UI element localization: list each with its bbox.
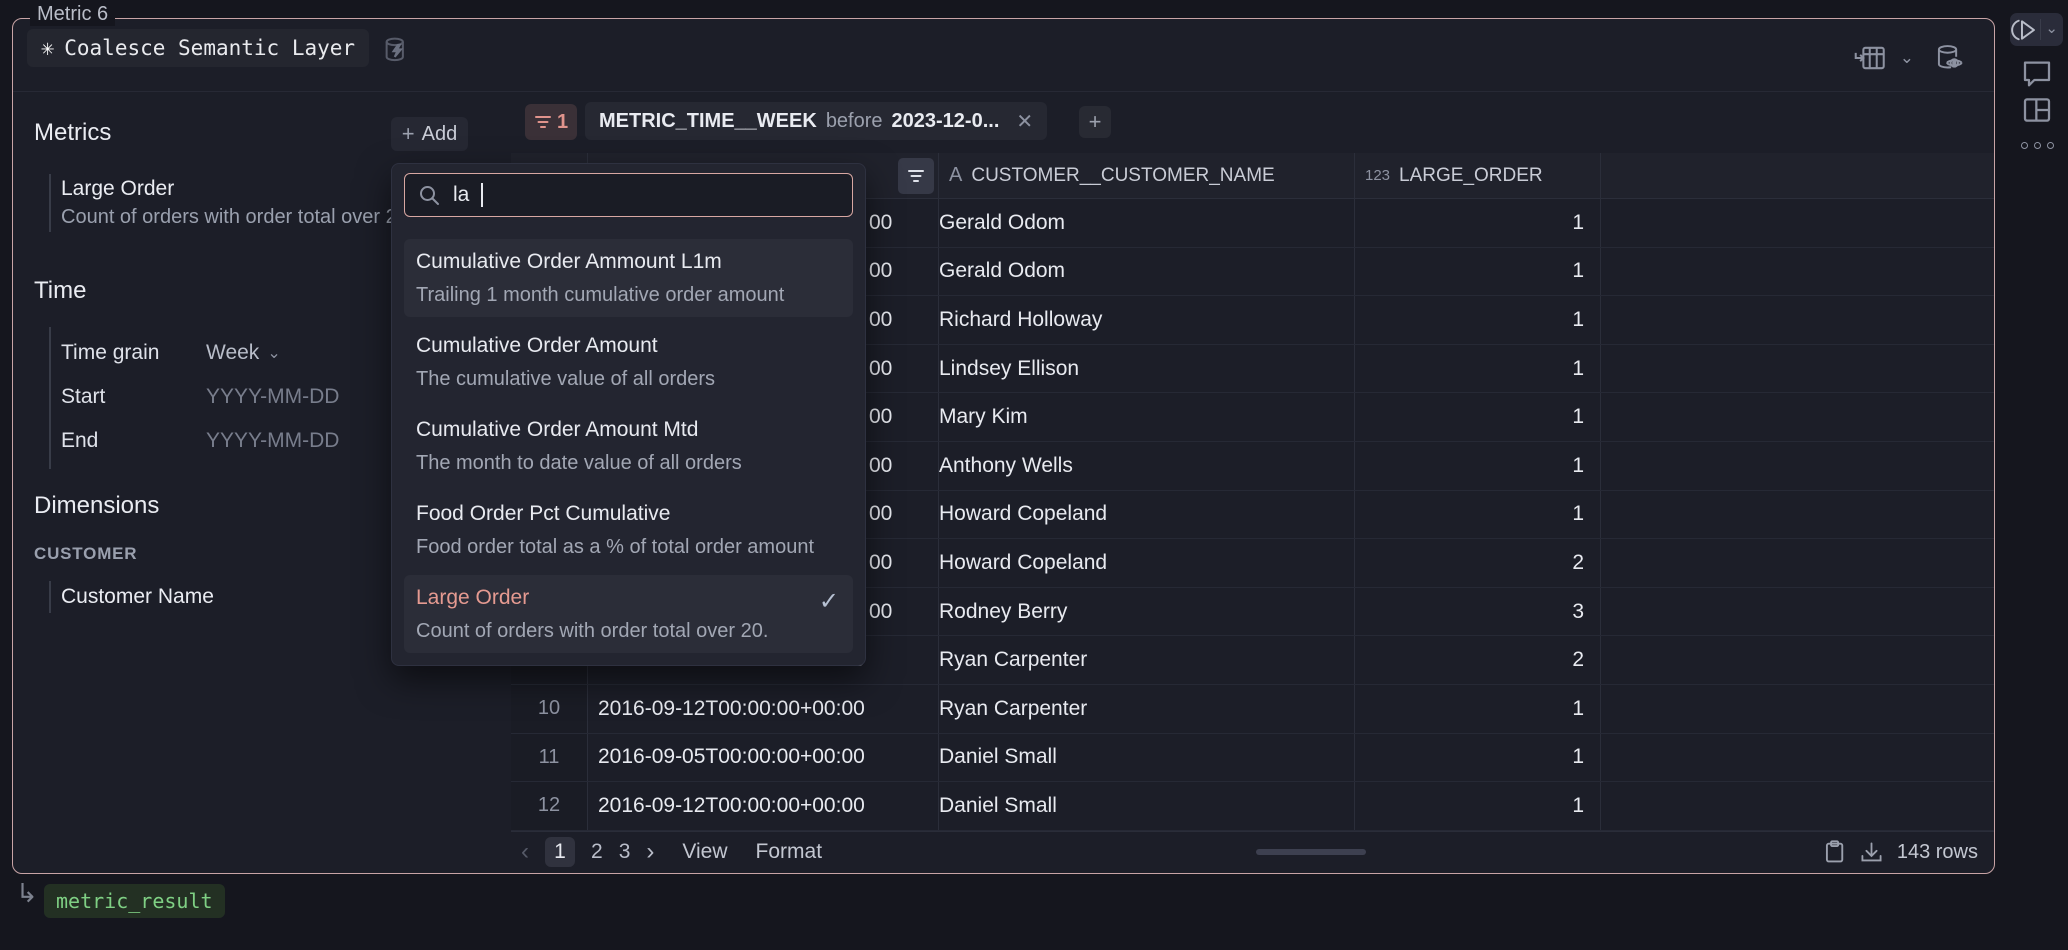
prev-page-button[interactable]: ‹ <box>521 838 529 866</box>
source-chip-label: Coalesce Semantic Layer <box>64 36 355 60</box>
filter-operator: before <box>826 110 883 133</box>
run-cell-button[interactable]: ⌄ <box>2010 13 2063 46</box>
text-cursor <box>481 183 483 207</box>
database-lightning-icon <box>381 35 411 65</box>
copy-icon[interactable] <box>1822 839 1846 865</box>
page-3-button[interactable]: 3 <box>619 840 631 864</box>
table-footer-bar: ‹ 1 2 3 › View Format 143 rows <box>511 831 1994 872</box>
filter-count-chip[interactable]: 1 <box>525 104 577 140</box>
view-button[interactable]: View <box>682 840 727 864</box>
table-row[interactable]: 102016-09-12T00:00:00+00:00Ryan Carpente… <box>511 685 1994 734</box>
table-row[interactable]: 122016-09-12T00:00:00+00:00Daniel Small1 <box>511 782 1994 831</box>
coalesce-logo-icon: ✳ <box>41 36 54 61</box>
horizontal-scrollbar[interactable] <box>1256 849 1366 855</box>
page-1-button[interactable]: 1 <box>545 837 575 867</box>
chevron-down-icon[interactable]: ⌄ <box>2041 19 2063 41</box>
filter-count: 1 <box>557 111 568 134</box>
large-order-header[interactable]: 123 LARGE_ORDER <box>1355 153 1601 198</box>
metric-options-list: Cumulative Order Ammount L1m Trailing 1 … <box>404 239 853 653</box>
filler-header <box>1601 153 1994 198</box>
end-label: End <box>61 429 206 453</box>
dimension-group-label: CUSTOMER <box>34 544 137 564</box>
filter-pill[interactable]: METRIC_TIME__WEEK before 2023-12-0... ✕ <box>585 102 1047 140</box>
dimension-item-customer-name[interactable]: Customer Name <box>49 581 214 613</box>
column-filter-icon[interactable] <box>898 158 934 194</box>
dropdown-item[interactable]: Cumulative Order Amount Mtd The month to… <box>404 407 853 485</box>
end-date-row: End YYYY-MM-DD <box>61 419 429 463</box>
filter-field: METRIC_TIME__WEEK <box>599 110 817 133</box>
search-icon <box>417 183 441 207</box>
end-date-input[interactable]: YYYY-MM-DD <box>206 429 339 453</box>
dimensions-section-title: Dimensions <box>34 492 159 520</box>
time-section-title: Time <box>34 277 86 305</box>
comment-icon[interactable] <box>2021 57 2053 87</box>
next-page-button[interactable]: › <box>646 838 654 866</box>
chevron-down-icon: ⌄ <box>267 343 280 363</box>
header-divider <box>13 91 1994 92</box>
format-button[interactable]: Format <box>756 840 823 864</box>
dropdown-item-selected[interactable]: Large Order Count of orders with order t… <box>404 575 853 653</box>
remove-filter-icon[interactable]: ✕ <box>1016 109 1033 134</box>
return-arrow-icon: ↳ <box>16 878 38 909</box>
start-date-row: Start YYYY-MM-DD <box>61 375 429 419</box>
time-settings: Time grain Week ⌄ Start YYYY-MM-DD End Y… <box>49 327 429 469</box>
time-grain-select[interactable]: Week ⌄ <box>206 341 281 365</box>
search-query-text: la <box>453 183 469 207</box>
number-type-icon: 123 <box>1365 167 1390 184</box>
dropdown-item[interactable]: Cumulative Order Ammount L1m Trailing 1 … <box>404 239 853 317</box>
time-grain-row: Time grain Week ⌄ <box>61 331 429 375</box>
page-2-button[interactable]: 2 <box>591 840 603 864</box>
notebook-cell: ✳ Coalesce Semantic Layer ⌄ Metri <box>12 18 1995 874</box>
cell-toolbar-rail: ⌄ <box>2005 0 2068 950</box>
chevron-down-icon[interactable]: ⌄ <box>1900 48 1914 68</box>
more-options-icon[interactable] <box>2021 142 2054 149</box>
metric-search-input[interactable]: la <box>404 173 853 217</box>
metric-search-dropdown: la Cumulative Order Ammount L1m Trailing… <box>391 163 866 666</box>
metrics-section-title: Metrics <box>34 119 111 147</box>
dropdown-item[interactable]: Cumulative Order Amount The cumulative v… <box>404 323 853 401</box>
start-date-input[interactable]: YYYY-MM-DD <box>206 385 339 409</box>
text-type-icon: A <box>949 164 962 187</box>
add-to-table-icon[interactable] <box>1854 44 1888 72</box>
add-filter-button[interactable]: + <box>1079 106 1111 138</box>
plus-icon: + <box>402 121 415 147</box>
cell-title: Metric 6 <box>30 3 115 26</box>
database-preview-icon[interactable] <box>1934 43 1966 73</box>
filter-value: 2023-12-0... <box>892 110 1000 133</box>
add-metric-button[interactable]: + Add <box>391 117 468 151</box>
check-icon: ✓ <box>819 587 839 616</box>
time-grain-label: Time grain <box>61 341 206 365</box>
row-count-label: 143 rows <box>1897 841 1978 864</box>
download-icon[interactable] <box>1859 840 1884 865</box>
start-label: Start <box>61 385 206 409</box>
result-variable-chip[interactable]: metric_result <box>44 884 225 918</box>
source-chip[interactable]: ✳ Coalesce Semantic Layer <box>27 29 369 67</box>
layout-icon[interactable] <box>2021 95 2053 125</box>
customer-name-header[interactable]: A CUSTOMER__CUSTOMER_NAME <box>939 153 1355 198</box>
table-row[interactable]: 112016-09-05T00:00:00+00:00Daniel Small1 <box>511 734 1994 783</box>
dropdown-item[interactable]: Food Order Pct Cumulative Food order tot… <box>404 491 853 569</box>
